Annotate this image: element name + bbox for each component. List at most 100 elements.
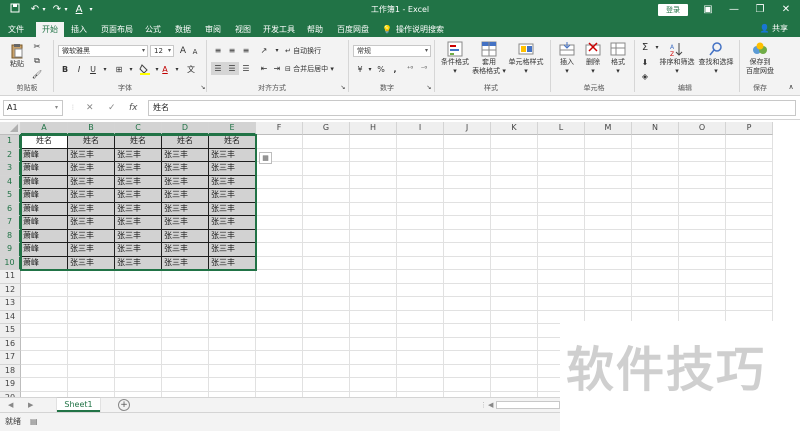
cell[interactable]: 萧峰	[21, 175, 68, 189]
fill-icon[interactable]: ⬇	[638, 56, 652, 69]
cell[interactable]	[726, 216, 773, 230]
align-left-icon[interactable]: ☰	[211, 62, 225, 75]
row-header[interactable]: 2	[0, 148, 21, 162]
cell[interactable]	[256, 135, 303, 149]
cell[interactable]	[256, 175, 303, 189]
align-middle-icon[interactable]: ≡	[225, 44, 239, 57]
cell[interactable]	[256, 216, 303, 230]
row-header[interactable]: 6	[0, 202, 21, 216]
wrap-text-button[interactable]: ↵ 自动换行	[285, 45, 321, 57]
tab-formulas[interactable]: 公式	[142, 22, 164, 37]
cell[interactable]	[726, 243, 773, 257]
cell[interactable]	[209, 310, 256, 324]
cell[interactable]	[726, 135, 773, 149]
row-header[interactable]: 9	[0, 243, 21, 257]
cell[interactable]	[397, 243, 444, 257]
cell[interactable]	[491, 337, 538, 351]
cell[interactable]	[538, 270, 585, 284]
tab-insert[interactable]: 插入	[68, 22, 90, 37]
column-header[interactable]: G	[303, 122, 350, 135]
font-size-select[interactable]: 12 ▾	[150, 45, 174, 57]
cell[interactable]: 张三丰	[162, 202, 209, 216]
column-header[interactable]: D	[162, 122, 209, 135]
cell[interactable]	[397, 162, 444, 176]
orientation-icon[interactable]: ↗	[257, 44, 271, 57]
cell[interactable]	[350, 378, 397, 392]
merge-center-button[interactable]: ⊟ 合并后居中 ▾	[285, 63, 334, 75]
row-header[interactable]: 3	[0, 162, 21, 176]
cell[interactable]	[679, 135, 726, 149]
cell[interactable]: 萧峰	[21, 229, 68, 243]
cell[interactable]	[491, 148, 538, 162]
cell[interactable]	[679, 297, 726, 311]
row-header[interactable]: 12	[0, 283, 21, 297]
cell[interactable]	[397, 378, 444, 392]
cell[interactable]	[585, 162, 632, 176]
cell[interactable]	[21, 270, 68, 284]
cell[interactable]	[21, 310, 68, 324]
paste-button[interactable]: 粘贴	[6, 43, 28, 69]
increase-decimal-icon[interactable]: ⁺⁰	[403, 63, 417, 76]
cell[interactable]	[491, 378, 538, 392]
cell[interactable]: 张三丰	[209, 256, 256, 270]
row-header[interactable]: 19	[0, 378, 21, 392]
cell[interactable]	[397, 175, 444, 189]
cell[interactable]	[397, 337, 444, 351]
column-header[interactable]: C	[115, 122, 162, 135]
cell[interactable]	[679, 162, 726, 176]
tab-help[interactable]: 帮助	[304, 22, 326, 37]
cell[interactable]: 姓名	[68, 135, 115, 149]
scroll-left-icon[interactable]: ◀	[488, 399, 493, 411]
cell[interactable]	[538, 202, 585, 216]
cell[interactable]	[397, 256, 444, 270]
cell[interactable]	[21, 324, 68, 338]
column-header[interactable]: B	[68, 122, 115, 135]
tab-file[interactable]: 文件	[5, 22, 27, 37]
row-header[interactable]: 16	[0, 337, 21, 351]
conditional-formatting-button[interactable]: 条件格式 ▾	[438, 41, 472, 76]
cell[interactable]: 张三丰	[68, 243, 115, 257]
cell[interactable]	[397, 270, 444, 284]
cell[interactable]	[397, 364, 444, 378]
cell[interactable]	[491, 310, 538, 324]
cell[interactable]	[350, 135, 397, 149]
cell[interactable]	[256, 270, 303, 284]
cell[interactable]	[538, 162, 585, 176]
macro-record-icon[interactable]: ▤	[30, 416, 38, 428]
cell[interactable]	[444, 189, 491, 203]
cell[interactable]	[209, 364, 256, 378]
cell[interactable]	[350, 351, 397, 365]
tab-review[interactable]: 审阅	[202, 22, 224, 37]
cell[interactable]	[350, 297, 397, 311]
cell[interactable]	[21, 337, 68, 351]
cell[interactable]	[632, 162, 679, 176]
cell[interactable]	[444, 351, 491, 365]
cell[interactable]: 张三丰	[115, 256, 162, 270]
cancel-icon[interactable]: ✕	[86, 100, 94, 116]
underline-dropdown-icon[interactable]: ▾	[98, 63, 112, 76]
cell[interactable]	[538, 256, 585, 270]
cell[interactable]	[115, 310, 162, 324]
cell[interactable]	[303, 283, 350, 297]
align-bottom-icon[interactable]: ≡	[239, 44, 253, 57]
cell[interactable]: 张三丰	[115, 175, 162, 189]
cell[interactable]	[585, 256, 632, 270]
cell[interactable]: 张三丰	[162, 175, 209, 189]
cell[interactable]	[585, 189, 632, 203]
cell[interactable]	[162, 337, 209, 351]
tab-split-icon[interactable]: ⋮	[480, 399, 487, 411]
cell[interactable]	[303, 364, 350, 378]
cell[interactable]	[491, 351, 538, 365]
cell[interactable]	[397, 202, 444, 216]
cell[interactable]	[303, 256, 350, 270]
tab-view[interactable]: 视图	[232, 22, 254, 37]
cell[interactable]	[350, 270, 397, 284]
cell[interactable]	[679, 229, 726, 243]
cell[interactable]: 萧峰	[21, 148, 68, 162]
select-all-corner[interactable]	[0, 122, 21, 135]
row-header[interactable]: 5	[0, 189, 21, 203]
cell[interactable]	[444, 378, 491, 392]
shrink-font-button[interactable]: A	[188, 46, 202, 59]
cell[interactable]	[585, 229, 632, 243]
cell[interactable]	[444, 243, 491, 257]
